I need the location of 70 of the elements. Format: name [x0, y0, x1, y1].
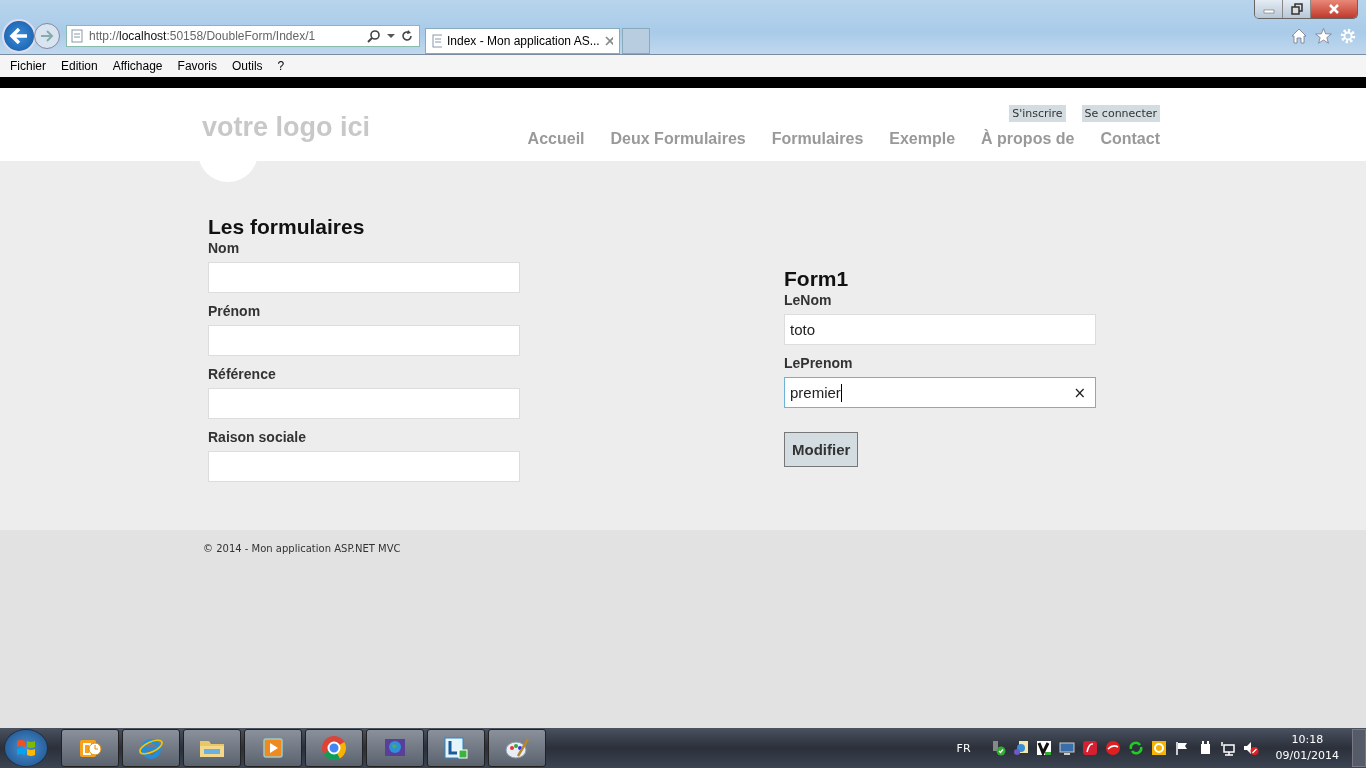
text-field[interactable]: toto	[784, 314, 1096, 345]
page-icon	[71, 29, 83, 43]
clear-button[interactable]: ×	[1069, 383, 1090, 402]
text-field[interactable]	[208, 262, 520, 293]
coin-icon[interactable]	[1150, 740, 1167, 756]
form-heading: Form1	[784, 267, 850, 291]
text-field[interactable]: premier ×	[784, 377, 1096, 408]
network-globe-icon[interactable]	[1012, 740, 1029, 756]
caret-icon[interactable]	[387, 33, 395, 39]
auth-link[interactable]: S'inscrire	[1009, 105, 1066, 122]
home-icon[interactable]	[1291, 28, 1307, 44]
windows-logo-icon	[15, 737, 37, 759]
field-label: Nom	[208, 240, 241, 256]
taskbar-app-button[interactable]	[122, 729, 180, 767]
text-field[interactable]	[208, 451, 520, 482]
menu-item[interactable]: Outils	[231, 59, 263, 73]
taskbar-app-button[interactable]	[427, 729, 485, 767]
clock-time: 10:18	[1291, 732, 1324, 748]
taskbar-app-button[interactable]	[488, 729, 546, 767]
taskbar-app-button[interactable]	[305, 729, 363, 767]
footer-text: © 2014 - Mon application ASP.NET MVC	[203, 543, 402, 554]
monitor-icon[interactable]	[1058, 740, 1075, 756]
clock[interactable]: 10:18 09/01/2014	[1275, 732, 1339, 764]
page-icon	[432, 34, 442, 48]
refresh-icon[interactable]	[401, 30, 413, 42]
restore-icon	[1289, 3, 1304, 15]
letter-l-icon	[443, 736, 469, 760]
close-button[interactable]	[1311, 0, 1357, 18]
text-field[interactable]	[208, 325, 520, 356]
language-indicator[interactable]: FR	[956, 741, 971, 755]
forward-arrow-icon	[40, 30, 54, 42]
back-button[interactable]	[2, 19, 36, 53]
menu-item[interactable]: Fichier	[10, 59, 46, 73]
clock-date: 09/01/2014	[1275, 748, 1339, 764]
field-label: LeNom	[784, 292, 833, 308]
submit-button[interactable]: Modifier	[784, 432, 859, 467]
letter-e-icon	[138, 736, 164, 760]
round-logo-icon	[321, 735, 347, 761]
flag-icon[interactable]	[1173, 740, 1190, 756]
menu-item[interactable]: ?	[277, 59, 285, 73]
auth-link[interactable]: Se connecter	[1081, 105, 1160, 122]
field-label: Raison sociale	[208, 429, 308, 445]
palette-icon	[504, 736, 530, 760]
close-icon	[1327, 3, 1341, 15]
text-field[interactable]	[208, 388, 520, 419]
restore-button[interactable]	[1283, 0, 1311, 18]
network-icon[interactable]	[1219, 740, 1236, 756]
close-icon[interactable]	[604, 36, 613, 46]
speaker-muted-icon[interactable]	[1242, 740, 1259, 756]
star-icon[interactable]	[1315, 28, 1332, 44]
field-label: LePrenom	[784, 355, 854, 371]
field-label: Prénom	[208, 303, 262, 319]
menu-item[interactable]: Edition	[61, 59, 98, 73]
address-bar[interactable]: http://localhost:50158/DoubleForm/Index/1	[66, 25, 420, 47]
section-heading: Les formulaires	[208, 215, 366, 239]
swirl-icon[interactable]	[1081, 740, 1098, 756]
play-icon	[261, 736, 285, 760]
menu-item[interactable]: Favoris	[177, 59, 217, 73]
taskbar-app-button[interactable]	[183, 729, 241, 767]
start-button[interactable]	[4, 729, 48, 767]
sync-arrows-icon[interactable]	[1127, 740, 1144, 756]
field-label: Référence	[208, 366, 277, 382]
back-arrow-icon	[9, 27, 29, 45]
browser-tab[interactable]: Index - Mon application AS...	[425, 28, 620, 54]
v-logo-icon[interactable]	[1035, 740, 1052, 756]
search-icon[interactable]	[367, 29, 381, 43]
ball-icon[interactable]	[1104, 740, 1121, 756]
taskbar-app-button[interactable]	[244, 729, 302, 767]
menu-item[interactable]: Affichage	[112, 59, 163, 73]
taskbar-app-button[interactable]	[61, 729, 119, 767]
